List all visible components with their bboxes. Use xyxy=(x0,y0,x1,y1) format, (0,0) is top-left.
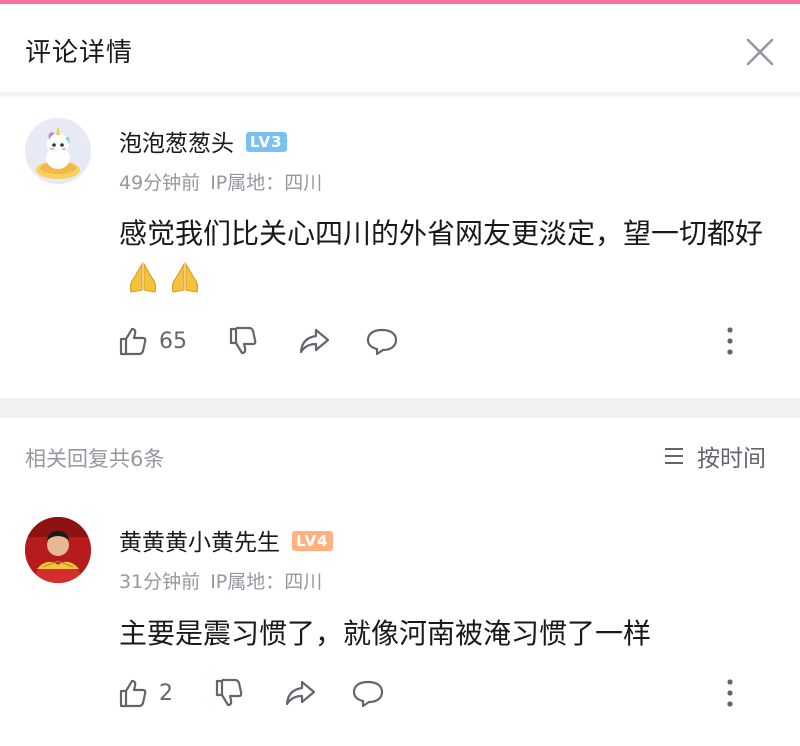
comment-text: 主要是震习惯了，就像河南被淹习惯了一样 xyxy=(119,610,769,657)
close-icon xyxy=(746,38,774,66)
share-button[interactable] xyxy=(283,673,317,713)
comment-text-body: 主要是震习惯了，就像河南被淹习惯了一样 xyxy=(119,617,652,650)
comment-text: 感觉我们比关心四川的外省网友更淡定，望一切都好 xyxy=(119,210,769,304)
dislike-button[interactable] xyxy=(213,673,245,713)
pray-emoji xyxy=(171,262,199,293)
more-button[interactable] xyxy=(722,678,738,708)
username[interactable]: 泡泡葱葱头 LV3 xyxy=(119,124,287,158)
person-avatar-icon xyxy=(25,517,91,583)
comment-meta: 31分钟前 IP属地：四川 xyxy=(119,567,322,594)
dislike-button[interactable] xyxy=(227,321,259,361)
ip-location: IP属地：四川 xyxy=(210,571,323,593)
level-badge: LV3 xyxy=(246,131,287,152)
dislike-icon xyxy=(229,326,257,355)
comment-text-body: 感觉我们比关心四川的外省网友更淡定，望一切都好 xyxy=(119,217,764,250)
more-icon xyxy=(727,679,733,707)
comment-meta: 49分钟前 IP属地：四川 xyxy=(119,168,322,195)
reply-count-label: 相关回复共6条 xyxy=(25,447,165,471)
comment-actions: 65 xyxy=(117,321,767,361)
like-button[interactable]: 2 xyxy=(117,673,173,713)
like-icon xyxy=(119,327,147,356)
like-icon xyxy=(119,679,147,708)
like-count: 65 xyxy=(159,328,187,354)
more-icon xyxy=(727,327,733,355)
avatar[interactable] xyxy=(25,118,91,184)
comment-icon xyxy=(366,328,398,356)
comment-time: 31分钟前 xyxy=(119,571,201,593)
reply-button[interactable] xyxy=(351,673,385,713)
dislike-icon xyxy=(215,678,243,707)
share-icon xyxy=(285,680,316,706)
share-button[interactable] xyxy=(297,321,331,361)
like-button[interactable]: 65 xyxy=(117,321,187,361)
sort-icon xyxy=(665,448,683,464)
page-title: 评论详情 xyxy=(25,38,134,68)
sort-label: 按时间 xyxy=(697,446,766,472)
ip-location: IP属地：四川 xyxy=(210,172,323,194)
reply-button[interactable] xyxy=(365,321,399,361)
share-icon xyxy=(299,328,330,354)
header: 评论详情 xyxy=(0,4,800,94)
username-text[interactable]: 黄黄黄小黄先生 xyxy=(119,530,280,556)
comment-time: 49分钟前 xyxy=(119,172,201,194)
header-shadow xyxy=(0,92,800,100)
comment-icon xyxy=(352,680,384,708)
username[interactable]: 黄黄黄小黄先生 LV4 xyxy=(119,523,333,557)
replies-header: 相关回复共6条 按时间 xyxy=(0,418,800,496)
close-button[interactable] xyxy=(742,34,778,70)
unicorn-avatar-icon xyxy=(25,118,91,184)
like-count: 2 xyxy=(159,680,173,706)
comment-actions: 2 xyxy=(117,673,767,713)
avatar[interactable] xyxy=(25,517,91,583)
username-text[interactable]: 泡泡葱葱头 xyxy=(119,131,234,157)
level-badge: LV4 xyxy=(292,530,333,551)
pray-emoji xyxy=(129,262,157,293)
more-button[interactable] xyxy=(722,326,738,356)
section-divider xyxy=(0,398,800,418)
sort-by-time-button[interactable]: 按时间 xyxy=(663,440,766,472)
